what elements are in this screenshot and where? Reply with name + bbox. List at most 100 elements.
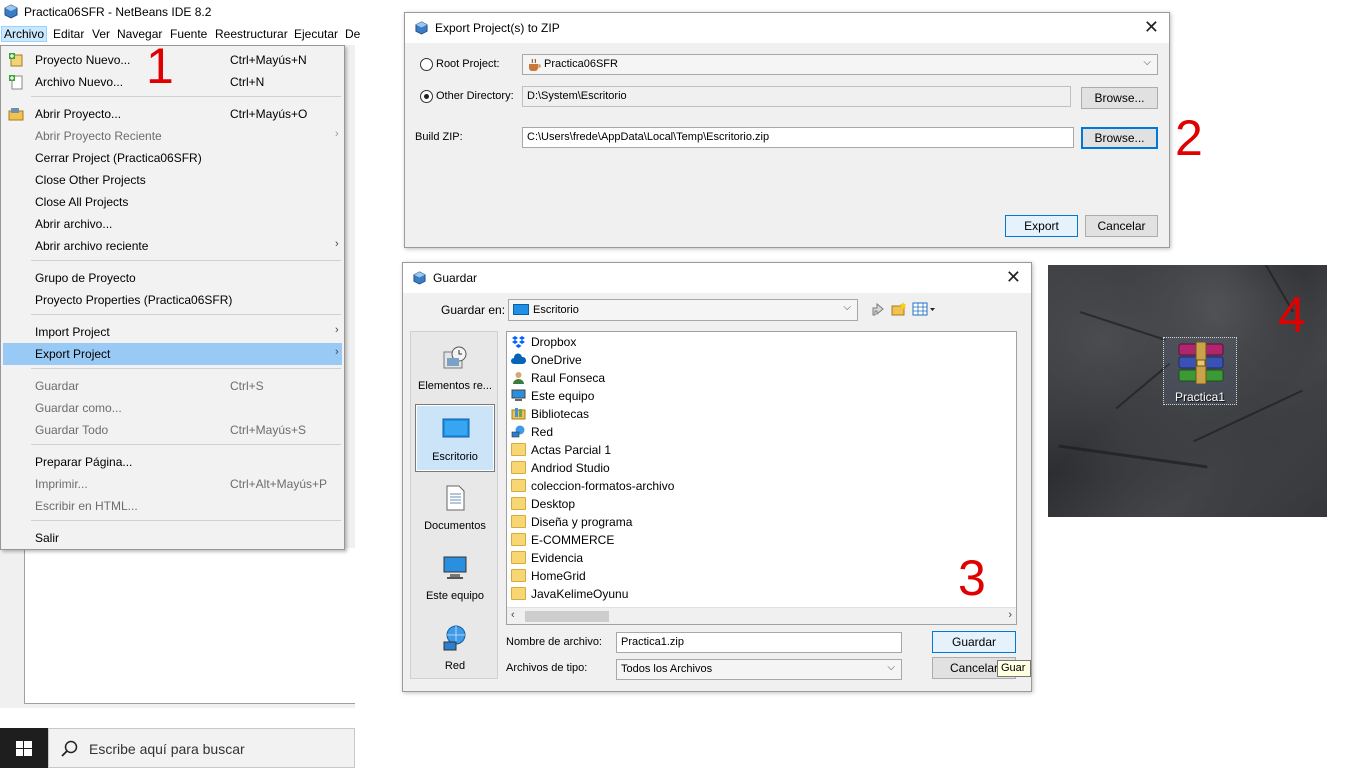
place-documentos[interactable]: Documentos (415, 474, 495, 542)
scrollbar-thumb[interactable] (525, 611, 609, 622)
menu-item-cerrar-project[interactable]: Cerrar Project (Practica06SFR) (3, 147, 342, 169)
submenu-arrow-icon: › (335, 324, 339, 336)
list-item-homegrid[interactable]: HomeGrid (509, 567, 909, 585)
root-project-select[interactable]: Practica06SFR ⌵ (522, 54, 1158, 75)
desktop-icon (513, 304, 529, 315)
folder-icon (511, 443, 526, 456)
menu-item-import-project[interactable]: Import Project › (3, 321, 342, 343)
root-project-radio[interactable] (420, 58, 433, 71)
folder-icon (511, 461, 526, 474)
folder-icon (511, 587, 526, 600)
other-directory-radio[interactable] (420, 90, 433, 103)
list-item-bibliotecas[interactable]: Bibliotecas (509, 405, 909, 423)
guardar-dialog-title-bar: Guardar ✕ (403, 263, 1031, 293)
menu-item-salir[interactable]: Salir (3, 527, 342, 549)
browse-directory-button[interactable]: Browse... (1081, 87, 1158, 109)
list-item-dropbox[interactable]: Dropbox (509, 333, 909, 351)
menu-item-abrir-proyecto-reciente[interactable]: Abrir Proyecto Reciente › (3, 125, 342, 147)
new-folder-icon[interactable] (891, 301, 907, 317)
list-item-raul-fonseca[interactable]: Raul Fonseca (509, 369, 909, 387)
list-item-e-commerce[interactable]: E-COMMERCE (509, 531, 909, 549)
list-item-evidencia[interactable]: Evidencia (509, 549, 909, 567)
menu-item-abrir-archivo-reciente[interactable]: Abrir archivo reciente › (3, 235, 342, 257)
root-project-label: Root Project: (436, 58, 500, 70)
menu-item-close-all-projects[interactable]: Close All Projects (3, 191, 342, 213)
guardar-button[interactable]: Guardar (932, 631, 1016, 653)
list-item-actas-parcial-1[interactable]: Actas Parcial 1 (509, 441, 909, 459)
menu-item-preparar-pagina[interactable]: Preparar Página... (3, 451, 342, 473)
start-button[interactable] (0, 728, 48, 768)
filetype-select[interactable]: Todos los Archivos ⌵ (616, 659, 902, 680)
menu-item-guardar[interactable]: Guardar Ctrl+S (3, 375, 342, 397)
java-project-icon (529, 58, 541, 71)
export-cancel-button[interactable]: Cancelar (1085, 215, 1158, 237)
guardar-en-select[interactable]: Escritorio ⌵ (508, 299, 858, 321)
menu-ver[interactable]: Ver (90, 27, 112, 41)
dropbox-icon (512, 336, 525, 348)
folder-icon (511, 533, 526, 546)
menu-item-proyecto-properties[interactable]: Proyecto Properties (Practica06SFR) (3, 289, 342, 311)
export-dialog-title: Export Project(s) to ZIP (435, 21, 560, 35)
menu-item-abrir-archivo[interactable]: Abrir archivo... (3, 213, 342, 235)
list-item-este-equipo[interactable]: Este equipo (509, 387, 909, 405)
guardar-en-label: Guardar en: (441, 303, 506, 317)
list-item-desktop[interactable]: Desktop (509, 495, 909, 513)
list-item-coleccion-formatos-archivo[interactable]: coleccion-formatos-archivo (509, 477, 909, 495)
horizontal-scrollbar[interactable]: ‹ › (507, 607, 1016, 624)
scroll-left-icon[interactable]: ‹ (511, 609, 515, 621)
winrar-archive-icon (1178, 342, 1224, 384)
netbeans-title-bar: Practica06SFR - NetBeans IDE 8.2 (0, 0, 355, 24)
desktop-file-practica1[interactable]: Practica1 (1163, 337, 1237, 405)
build-zip-field[interactable]: C:\Users\frede\AppData\Local\Temp\Escrit… (522, 127, 1074, 148)
menu-item-export-project[interactable]: Export Project › (3, 343, 342, 365)
place-este-equipo[interactable]: Este equipo (415, 544, 495, 612)
menu-item-abrir-proyecto[interactable]: Abrir Proyecto... Ctrl+Mayús+O (3, 103, 342, 125)
place-elementos-recientes[interactable]: Elementos re... (415, 334, 495, 402)
export-button[interactable]: Export (1005, 215, 1078, 237)
other-directory-field[interactable]: D:\System\Escritorio (522, 86, 1071, 107)
menu-item-close-other-projects[interactable]: Close Other Projects (3, 169, 342, 191)
menu-reestructurar[interactable]: Reestructurar (213, 27, 290, 41)
step-number-2: 2 (1175, 110, 1203, 166)
scroll-right-icon[interactable]: › (1008, 609, 1012, 621)
menu-fuente[interactable]: Fuente (168, 27, 209, 41)
menu-archivo[interactable]: Archivo (0, 26, 48, 42)
place-red[interactable]: Red (415, 614, 495, 682)
filename-input[interactable]: Practica1.zip (616, 632, 902, 653)
list-item-red[interactable]: Red (509, 423, 909, 441)
menu-separator (31, 368, 341, 369)
list-item-onedrive[interactable]: OneDrive (509, 351, 909, 369)
menu-separator (31, 260, 341, 261)
network-icon (443, 625, 466, 651)
netbeans-cube-icon (415, 21, 428, 35)
taskbar-search-box[interactable]: Escribe aquí para buscar (48, 728, 355, 768)
menu-separator (31, 520, 341, 521)
netbeans-cube-icon (413, 271, 426, 285)
rock-texture (1058, 444, 1208, 469)
submenu-arrow-icon: › (335, 346, 339, 358)
recent-items-icon (443, 346, 467, 369)
list-item-disena-y-programa[interactable]: Diseña y programa (509, 513, 909, 531)
menu-item-guardar-todo[interactable]: Guardar Todo Ctrl+Mayús+S (3, 419, 342, 441)
menu-item-guardar-como[interactable]: Guardar como... (3, 397, 342, 419)
menu-item-imprimir[interactable]: Imprimir... Ctrl+Alt+Mayús+P (3, 473, 342, 495)
list-item-andriod-studio[interactable]: Andriod Studio (509, 459, 909, 477)
close-icon[interactable]: ✕ (1144, 17, 1159, 38)
place-escritorio[interactable]: Escritorio (415, 404, 495, 472)
search-placeholder: Escribe aquí para buscar (89, 741, 245, 757)
menu-ejecutar[interactable]: Ejecutar (292, 27, 340, 41)
browse-zip-button[interactable]: Browse... (1081, 127, 1158, 149)
menu-item-escribir-en-html[interactable]: Escribir en HTML... (3, 495, 342, 517)
menu-depurar[interactable]: De (343, 27, 362, 41)
view-menu-icon[interactable] (912, 301, 936, 317)
window-title: Practica06SFR - NetBeans IDE 8.2 (24, 5, 212, 19)
open-project-icon (8, 108, 24, 121)
menu-editar[interactable]: Editar (51, 27, 86, 41)
list-item-javakelimeoyunu[interactable]: JavaKelimeOyunu (509, 585, 909, 603)
up-folder-icon[interactable] (870, 301, 886, 317)
desktop-icon (442, 418, 470, 438)
menu-item-grupo-de-proyecto[interactable]: Grupo de Proyecto (3, 267, 342, 289)
file-list[interactable]: Dropbox OneDrive Raul Fonseca Este equip… (506, 331, 1017, 625)
new-project-icon (9, 53, 23, 67)
close-icon[interactable]: ✕ (1006, 267, 1021, 288)
